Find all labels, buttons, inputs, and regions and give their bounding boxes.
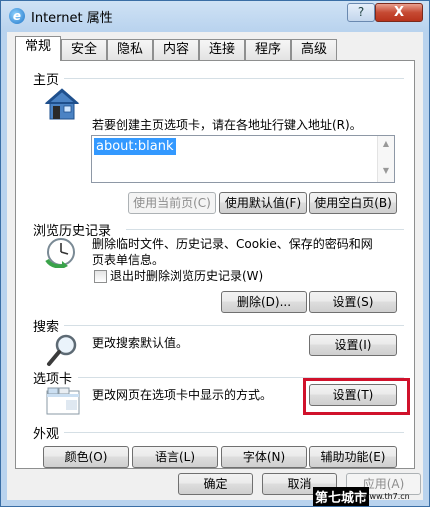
tab-security[interactable]: 安全: [61, 39, 107, 60]
tabs-settings-button[interactable]: 设置(T): [309, 384, 397, 406]
watermark-text: 第七城市: [313, 487, 370, 506]
history-settings-button[interactable]: 设置(S): [309, 291, 397, 313]
languages-button[interactable]: 语言(L): [132, 446, 218, 468]
home-input-scrollbar[interactable]: ▲ ▼: [377, 136, 394, 182]
title-bar[interactable]: e Internet 属性 ? X: [1, 1, 429, 31]
tabs-description: 更改网页在选项卡中显示的方式。: [92, 388, 273, 402]
tab-programs[interactable]: 程序: [245, 39, 291, 60]
dialog-client: 常规 安全 隐私 内容 连接 程序 高级 主页 若要创建主页选项卡，请在各地址行…: [7, 32, 423, 500]
home-divider: [64, 78, 404, 79]
internet-options-window: e Internet 属性 ? X 常规 安全 隐私 内容 连接 程序 高级 主…: [0, 0, 430, 507]
tab-content[interactable]: 内容: [153, 39, 199, 60]
ok-button[interactable]: 确定: [178, 473, 253, 495]
history-clock-icon: [45, 238, 75, 268]
delete-history-button[interactable]: 删除(D)...: [221, 291, 307, 313]
history-divider: [126, 229, 404, 230]
appearance-divider: [64, 432, 404, 433]
help-button[interactable]: ?: [347, 3, 375, 22]
close-button[interactable]: X: [375, 3, 423, 22]
delete-on-exit-label: 退出时删除浏览历史记录(W): [110, 269, 264, 283]
use-current-button[interactable]: 使用当前页(C): [128, 192, 216, 214]
tab-connections[interactable]: 连接: [199, 39, 245, 60]
home-page-input[interactable]: about:blank ▲ ▼: [91, 135, 395, 183]
appearance-heading: 外观: [33, 427, 60, 442]
colors-button[interactable]: 颜色(O): [43, 446, 129, 468]
scroll-down-icon: ▼: [382, 166, 390, 175]
history-description: 删除临时文件、历史记录、Cookie、保存的密码和网页表单信息。: [92, 237, 373, 267]
home-description: 若要创建主页选项卡，请在各地址行键入地址(R)。: [92, 118, 362, 132]
scroll-up-icon: ▲: [382, 139, 390, 148]
window-title: Internet 属性: [31, 11, 113, 26]
magnifier-icon: [47, 334, 77, 366]
search-settings-button[interactable]: 设置(I): [309, 334, 397, 356]
delete-on-exit-checkbox[interactable]: [94, 270, 107, 283]
accessibility-button[interactable]: 辅助功能(E): [309, 446, 397, 468]
home-page-heading: 主页: [33, 73, 60, 88]
search-description: 更改搜索默认值。: [92, 336, 189, 350]
browser-tabs-icon: [46, 387, 80, 415]
watermark-url: www.th7.cn: [363, 492, 410, 501]
tab-general[interactable]: 常规: [15, 36, 61, 61]
tab-advanced[interactable]: 高级: [291, 39, 337, 60]
use-default-button[interactable]: 使用默认值(F): [219, 192, 307, 214]
general-tab-panel: 主页 若要创建主页选项卡，请在各地址行键入地址(R)。 about:blank …: [15, 60, 415, 469]
fonts-button[interactable]: 字体(N): [221, 446, 307, 468]
use-blank-button[interactable]: 使用空白页(B): [309, 192, 397, 214]
search-divider: [64, 325, 404, 326]
house-icon: [44, 88, 80, 120]
tab-privacy[interactable]: 隐私: [107, 39, 153, 60]
internet-explorer-icon: e: [9, 8, 25, 24]
tabs-heading: 选项卡: [33, 372, 73, 387]
home-page-url: about:blank: [94, 138, 176, 155]
